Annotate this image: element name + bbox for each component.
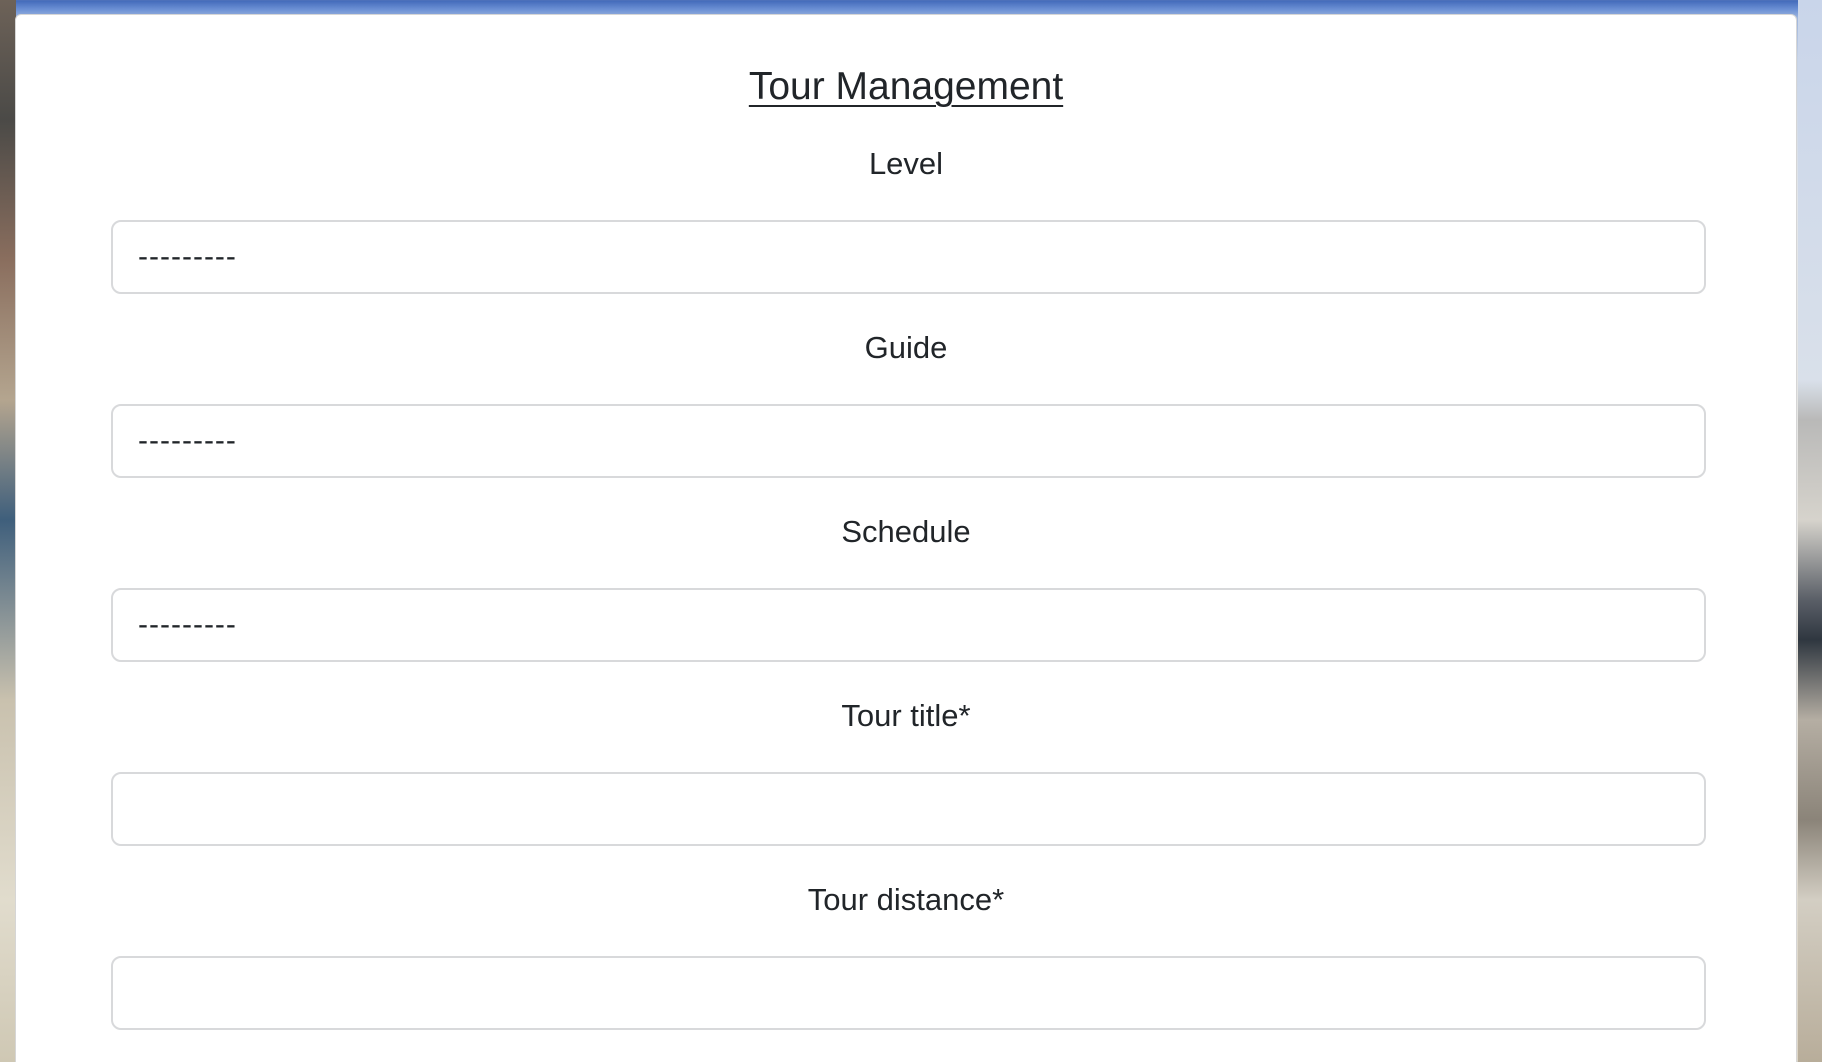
- schedule-select[interactable]: ---------: [111, 588, 1706, 662]
- tour-title-input[interactable]: [113, 774, 1704, 844]
- tour-form-card: Tour Management Level --------- Guide --…: [15, 14, 1797, 1062]
- guide-select-value: ---------: [138, 424, 237, 457]
- page-title: Tour Management: [748, 65, 1064, 108]
- tour-distance-input[interactable]: [113, 958, 1704, 1028]
- guide-select[interactable]: ---------: [111, 404, 1706, 478]
- background-photo-right: [1798, 0, 1822, 1062]
- background-photo-left: [0, 0, 16, 1062]
- schedule-select-value: ---------: [138, 608, 237, 641]
- guide-label: Guide: [864, 330, 948, 365]
- level-label: Level: [868, 146, 944, 181]
- level-select[interactable]: ---------: [111, 220, 1706, 294]
- tour-title-field[interactable]: [111, 772, 1706, 846]
- tour-distance-label: Tour distance*: [807, 882, 1005, 917]
- tour-title-label: Tour title*: [841, 698, 971, 733]
- level-select-value: ---------: [138, 240, 237, 273]
- schedule-label: Schedule: [841, 514, 971, 549]
- tour-distance-field[interactable]: [111, 956, 1706, 1030]
